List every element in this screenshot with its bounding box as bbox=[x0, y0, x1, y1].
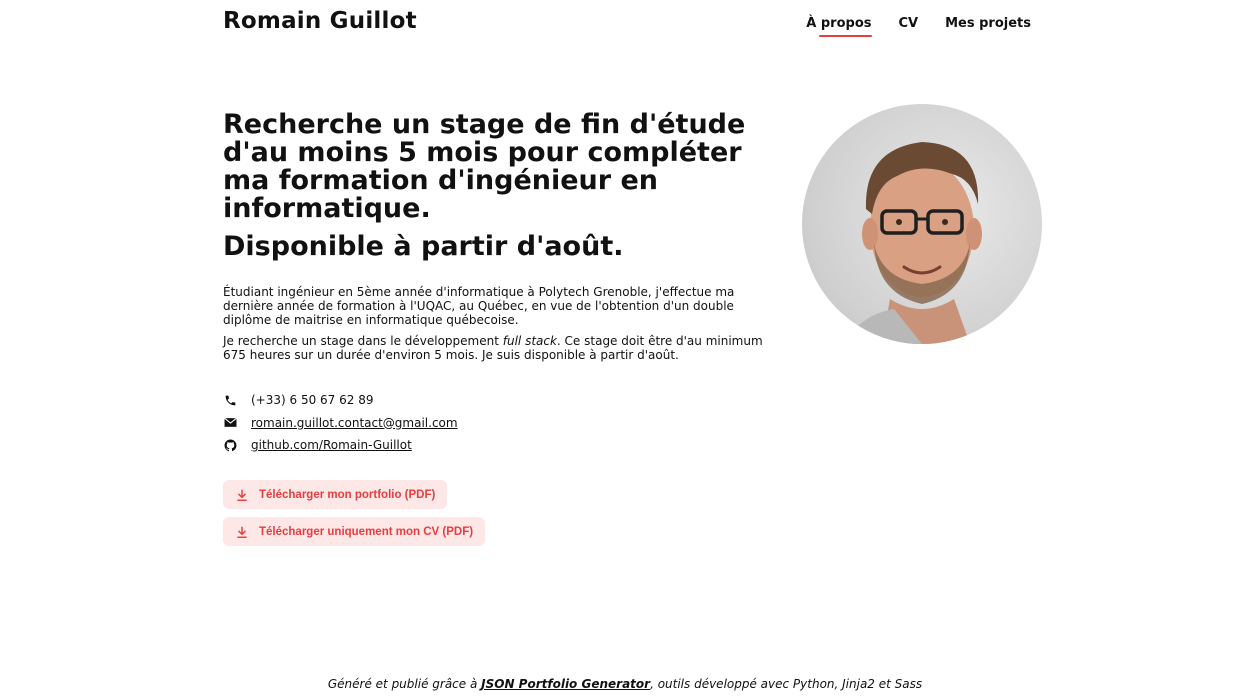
nav-projects[interactable]: Mes projets bbox=[945, 16, 1031, 37]
github-link[interactable]: github.com/Romain-Guillot bbox=[251, 438, 412, 452]
site-header: Romain Guillot À propos CV Mes projets bbox=[223, 8, 1031, 44]
download-cv-button[interactable]: Télécharger uniquement mon CV (PDF) bbox=[223, 517, 486, 546]
nav-cv[interactable]: CV bbox=[899, 16, 919, 37]
envelope-icon bbox=[223, 416, 237, 430]
download-icon bbox=[235, 525, 249, 539]
phone-icon bbox=[223, 393, 237, 407]
contact-email-row: romain.guillot.contact@gmail.com bbox=[223, 412, 623, 435]
download-portfolio-button[interactable]: Télécharger mon portfolio (PDF) bbox=[223, 480, 448, 509]
nav-about[interactable]: À propos bbox=[806, 16, 872, 37]
footer: Généré et publié grâce à JSON Portfolio … bbox=[0, 677, 1250, 691]
intro-p2-emphasis: full stack bbox=[502, 334, 557, 348]
intro-paragraph-1: Étudiant ingénieur en 5ème année d'infor… bbox=[223, 285, 735, 327]
contact-phone-row: (+33) 6 50 67 62 89 bbox=[223, 389, 623, 412]
contact-github-row: github.com/Romain-Guillot bbox=[223, 434, 623, 457]
availability-heading: Disponible à partir d'août. bbox=[223, 231, 624, 262]
contact-list: (+33) 6 50 67 62 89 romain.guillot.conta… bbox=[223, 389, 623, 457]
download-cv-label: Télécharger uniquement mon CV (PDF) bbox=[259, 525, 474, 538]
footer-text: Généré et publié grâce à bbox=[327, 677, 482, 691]
download-portfolio-label: Télécharger mon portfolio (PDF) bbox=[259, 488, 436, 501]
email-link[interactable]: romain.guillot.contact@gmail.com bbox=[251, 416, 458, 430]
intro-text: Étudiant ingénieur en 5ème année d'infor… bbox=[223, 285, 763, 369]
profile-photo bbox=[802, 104, 1042, 344]
github-icon bbox=[223, 438, 237, 452]
footer-text-end: , outils développé avec Python, Jinja2 e… bbox=[650, 677, 923, 691]
intro-paragraph-2: Je recherche un stage dans le développem… bbox=[223, 334, 763, 362]
headline: Recherche un stage de fin d'étude d'au m… bbox=[223, 109, 746, 224]
site-title[interactable]: Romain Guillot bbox=[223, 8, 417, 34]
intro-p2-text: Je recherche un stage dans le développem… bbox=[223, 334, 503, 348]
phone-number: (+33) 6 50 67 62 89 bbox=[251, 393, 374, 408]
download-icon bbox=[235, 488, 249, 502]
main-nav: À propos CV Mes projets bbox=[779, 16, 1031, 37]
generator-link[interactable]: JSON Portfolio Generator bbox=[481, 677, 650, 691]
downloads: Télécharger mon portfolio (PDF) Téléchar… bbox=[223, 480, 486, 554]
